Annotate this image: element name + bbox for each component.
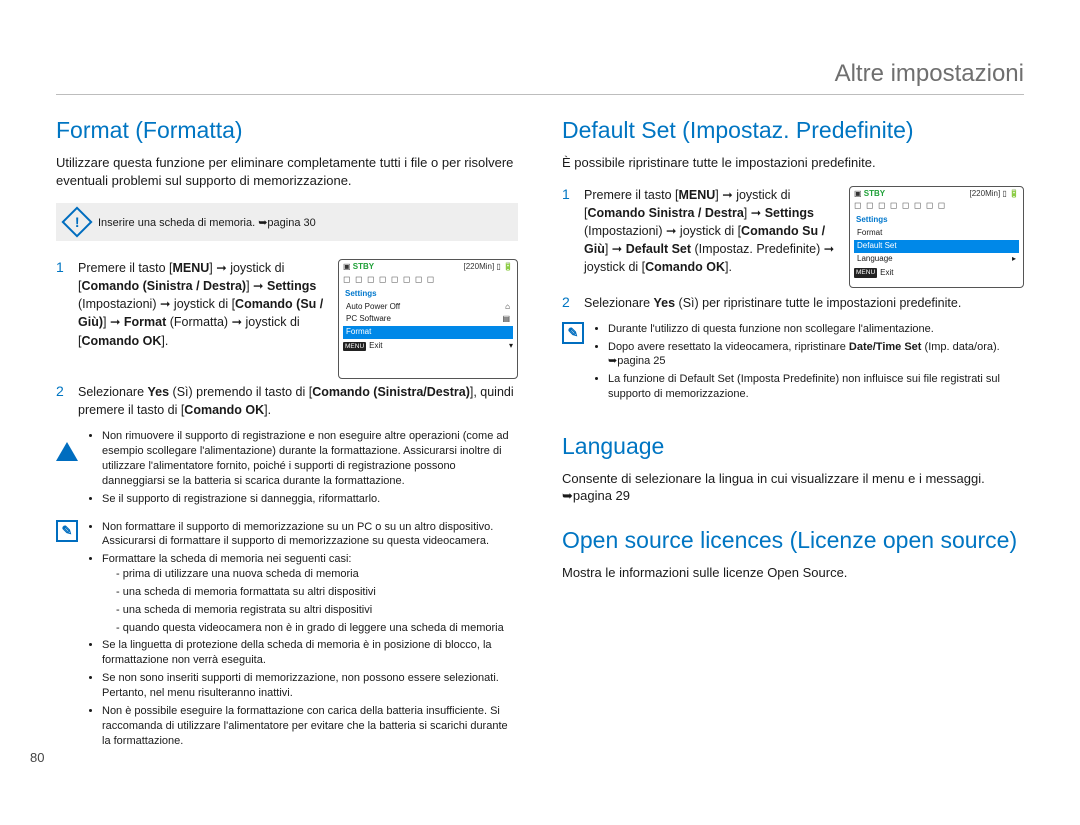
format-intro: Utilizzare questa funzione per eliminare… — [56, 154, 518, 189]
step-number-2b: 2 — [562, 294, 574, 312]
step-number-2: 2 — [56, 383, 68, 419]
page-number: 80 — [30, 750, 44, 765]
format-step2: Selezionare Yes (Sì) premendo il tasto d… — [78, 383, 518, 419]
info-icon: ✎ — [562, 322, 584, 344]
defaultset-intro: È possibile ripristinare tutte le impost… — [562, 154, 1024, 172]
defaultset-step1: Premere il tasto [MENU] ➞ joystick di [C… — [584, 186, 839, 277]
lcd-preview-defaultset: ▣ STBY[220Min] ▯ 🔋 ◻ ◻ ◻ ◻ ◻ ◻ ◻ ◻ Setti… — [849, 186, 1024, 288]
defaultset-step2: Selezionare Yes (Sì) per ripristinare tu… — [584, 294, 961, 312]
defaultset-info: ✎ Durante l'utilizzo di questa funzione … — [562, 322, 1024, 405]
defaultset-heading: Default Set (Impostaz. Predefinite) — [562, 117, 1024, 144]
opensource-body: Mostra le informazioni sulle licenze Ope… — [562, 564, 1024, 582]
insert-card-note: ! Inserire una scheda di memoria. ➥pagin… — [56, 203, 518, 241]
lcd-preview-format: ▣ STBY[220Min] ▯ 🔋 ◻ ◻ ◻ ◻ ◻ ◻ ◻ ◻ Setti… — [338, 259, 518, 379]
warning-icon — [56, 430, 78, 461]
language-heading: Language — [562, 433, 1024, 460]
format-info: ✎ Non formattare il supporto di memorizz… — [56, 520, 518, 752]
page-header: Altre impostazioni — [56, 60, 1024, 94]
opensource-heading: Open source licences (Licenze open sourc… — [562, 527, 1024, 554]
insert-card-note-text: Inserire una scheda di memoria. ➥pagina … — [98, 216, 316, 229]
format-step1: Premere il tasto [MENU] ➞ joystick di [C… — [78, 259, 328, 350]
diamond-info-icon: ! — [61, 207, 92, 238]
format-warning: Non rimuovere il supporto di registrazio… — [56, 429, 518, 509]
info-icon: ✎ — [56, 520, 78, 542]
step-number-1: 1 — [56, 259, 68, 350]
step-number-1b: 1 — [562, 186, 574, 277]
language-body: Consente di selezionare la lingua in cui… — [562, 470, 1024, 505]
format-heading: Format (Formatta) — [56, 117, 518, 144]
